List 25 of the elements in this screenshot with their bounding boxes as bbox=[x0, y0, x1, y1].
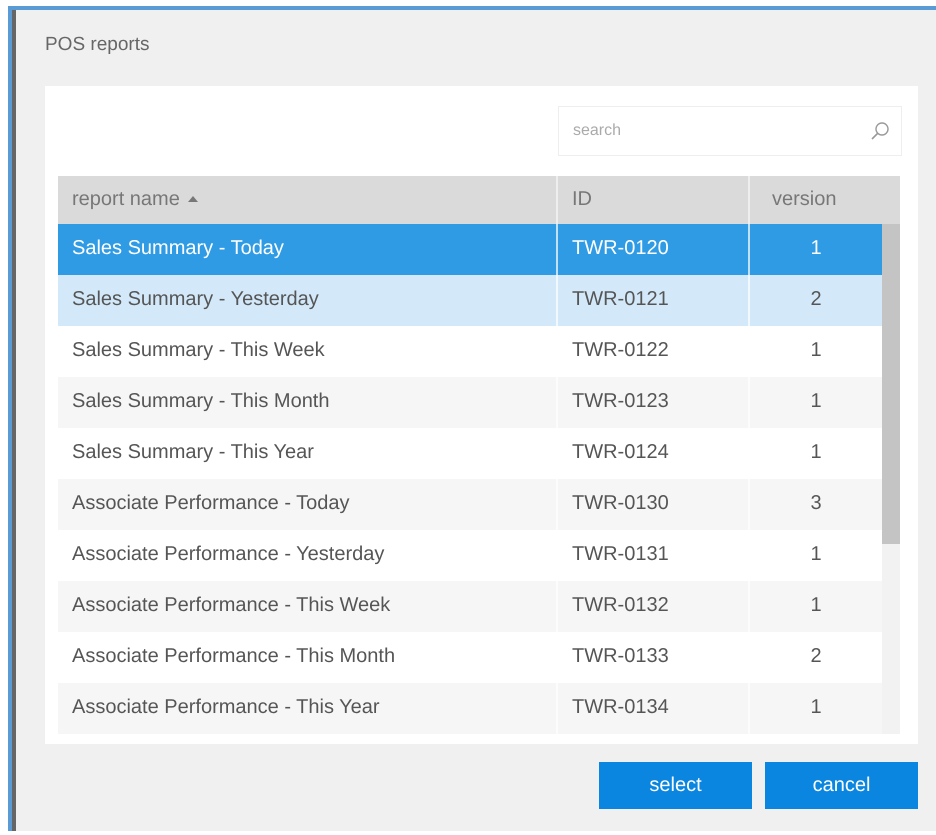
table-cell-text: 1 bbox=[809, 593, 823, 618]
table-cell-text: 1 bbox=[809, 542, 823, 567]
table-row[interactable]: Associate Performance - Today TWR-0130 3 bbox=[58, 479, 882, 530]
table-cell-text: 3 bbox=[809, 491, 823, 516]
table-row[interactable]: Associate Performance - This Week TWR-0132 1 bbox=[58, 581, 882, 632]
table-cell-text: 1 bbox=[809, 338, 823, 363]
scrollbar[interactable] bbox=[882, 224, 900, 734]
table-cell-text: 1 bbox=[809, 236, 823, 261]
table-cell: Associate Performance - This Year bbox=[58, 683, 558, 734]
table-cell-text: 1 bbox=[809, 389, 823, 414]
table-cell-text: 1 bbox=[809, 695, 823, 720]
dialog-title: POS reports bbox=[45, 34, 151, 57]
table-cell-text: 1 bbox=[809, 440, 823, 465]
cancel-button[interactable]: cancel bbox=[765, 762, 918, 809]
search-field[interactable]: search bbox=[558, 106, 902, 156]
select-button[interactable]: select bbox=[599, 762, 752, 809]
table-row[interactable]: Associate Performance - This Year TWR-0134 1 bbox=[58, 683, 882, 734]
search-icon bbox=[870, 121, 890, 141]
table-cell-text: 2 bbox=[809, 644, 823, 669]
sort-ascending-icon bbox=[188, 196, 198, 202]
table-cell: TWR-0134 bbox=[558, 683, 750, 734]
table-row[interactable]: Sales Summary - Yesterday TWR-0121 2 bbox=[58, 275, 882, 326]
scrollbar-thumb[interactable] bbox=[882, 224, 900, 544]
table-row[interactable]: Sales Summary - This Month TWR-0123 1 bbox=[58, 377, 882, 428]
table-cell-text: 2 bbox=[809, 287, 823, 312]
